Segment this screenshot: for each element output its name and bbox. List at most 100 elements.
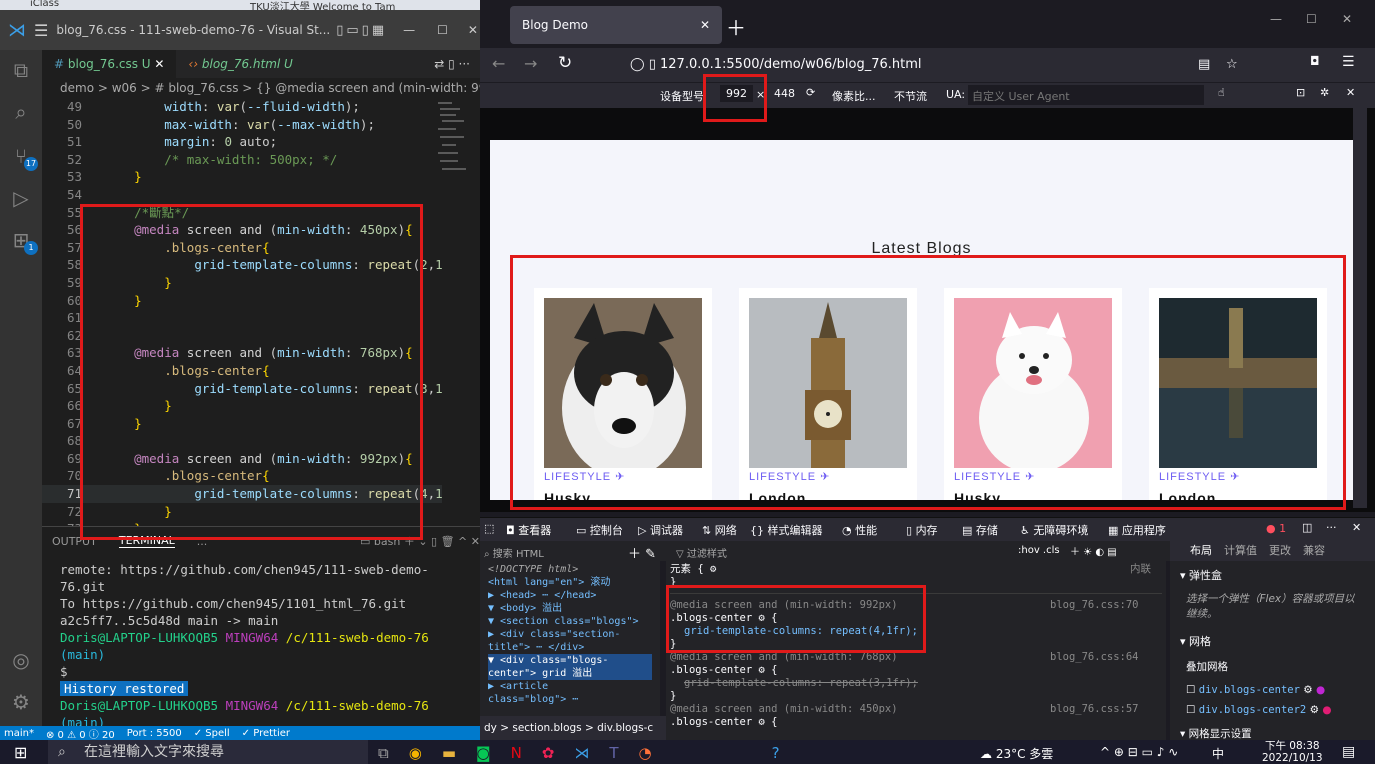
dom-node[interactable]: <html lang="en"> 滚动: [488, 576, 652, 589]
screenshot-icon[interactable]: ⊡: [1296, 86, 1305, 99]
tab-network[interactable]: ⇅ 网络: [702, 522, 737, 538]
code-line[interactable]: 49 width: var(--fluid-width);: [42, 98, 442, 116]
problems-status[interactable]: ⊗ 0 ⚠ 0 ⓘ 20: [46, 726, 115, 741]
notification-icon[interactable]: ▤: [1342, 744, 1355, 760]
bookmark-star-icon[interactable]: ☆: [1226, 52, 1238, 78]
tab-accessibility[interactable]: ♿ 无障碍环境: [1020, 522, 1088, 538]
dom-node[interactable]: ▶ <div class="section-: [488, 628, 652, 641]
search-icon[interactable]: ⌕: [9, 100, 33, 124]
run-debug-icon[interactable]: ▷: [9, 186, 33, 210]
settings-gear-icon[interactable]: ⚙: [9, 690, 33, 714]
explorer-icon[interactable]: ⧉: [9, 58, 33, 82]
tab-console[interactable]: ▭ 控制台: [576, 522, 623, 538]
code-line[interactable]: 53 }: [42, 168, 442, 186]
code-line[interactable]: 51 margin: 0 auto;: [42, 133, 442, 151]
port-status[interactable]: Port : 5500: [127, 728, 182, 739]
account-icon[interactable]: ◎: [9, 648, 33, 672]
dom-node-selected[interactable]: ▼ <div class="blogs-: [488, 654, 652, 667]
ime-indicator[interactable]: 中: [1212, 745, 1224, 762]
taskbar-search[interactable]: ⌕ 在這裡輸入文字來搜尋: [48, 740, 368, 764]
prettier-status[interactable]: ✓ Prettier: [242, 728, 290, 739]
teams-icon[interactable]: T: [609, 744, 618, 762]
weather[interactable]: ☁ 23°C 多雲: [980, 745, 1053, 762]
back-icon[interactable]: ←: [492, 54, 505, 73]
chrome-icon[interactable]: ◉: [409, 744, 422, 762]
pocket-icon[interactable]: ◘: [1310, 54, 1320, 68]
tab-compat[interactable]: 兼容: [1303, 541, 1325, 561]
behind-tab-1[interactable]: iClass: [30, 0, 59, 9]
menu-icon[interactable]: ☰: [1342, 54, 1355, 70]
tab-debugger[interactable]: ▷ 调试器: [638, 522, 683, 538]
touch-icon[interactable]: ☝: [1218, 86, 1225, 99]
tab-storage[interactable]: ▤ 存储: [962, 522, 998, 538]
tab-performance[interactable]: ◔ 性能: [842, 522, 877, 538]
tab-blog-html[interactable]: ‹› blog_76.html U: [176, 50, 304, 78]
more-icon[interactable]: ···: [1326, 521, 1337, 534]
pseudo-class-buttons[interactable]: :hov .cls: [1018, 545, 1060, 556]
behind-tab-2[interactable]: TKU淡江大學 Welcome to Tam: [250, 0, 395, 10]
tab-inspector[interactable]: ◘ 查看器: [506, 522, 551, 538]
dom-node[interactable]: <!DOCTYPE html>: [488, 563, 652, 576]
dom-breadcrumb[interactable]: dy > section.blogs > div.blogs-c: [480, 716, 666, 740]
rule-declaration-overridden[interactable]: grid-template-columns: repeat(3,1fr);: [670, 677, 1162, 690]
extensions-icon[interactable]: ⊞ 1: [9, 228, 38, 255]
grid-section[interactable]: ▾ 网格: [1170, 623, 1375, 653]
code-line[interactable]: 52 /* max-width: 500px; */: [42, 151, 442, 169]
app-icon[interactable]: ✿: [542, 744, 555, 762]
source-control-icon[interactable]: ⑂ 17: [9, 144, 38, 171]
branch-status[interactable]: main*: [4, 728, 34, 739]
tab-application[interactable]: ▦ 应用程序: [1108, 522, 1166, 538]
rotate-icon[interactable]: ⟳: [806, 86, 815, 99]
reader-icon[interactable]: ▤: [1198, 52, 1210, 78]
tab-style-editor[interactable]: {} 样式编辑器: [750, 522, 823, 538]
filter-styles-input[interactable]: ▽ 过滤样式: [676, 545, 727, 560]
reload-icon[interactable]: ↻: [558, 53, 572, 73]
code-line[interactable]: 50 max-width: var(--max-width);: [42, 116, 442, 134]
task-view-icon[interactable]: ⧉: [378, 744, 389, 762]
tab-blog-css[interactable]: # blog_76.css U ✕: [42, 50, 177, 78]
device-label[interactable]: 设备型号: [660, 88, 704, 104]
line-icon[interactable]: ◙: [476, 744, 491, 762]
tab-memory[interactable]: ▯ 内存: [906, 522, 938, 538]
file-explorer-icon[interactable]: ▬: [442, 744, 456, 762]
code-line[interactable]: 54: [42, 186, 442, 204]
tab-changes[interactable]: 更改: [1269, 541, 1291, 561]
clock[interactable]: 下午 08:38 2022/10/13: [1262, 740, 1323, 764]
dom-node[interactable]: ▶ <article: [488, 680, 652, 693]
dock-icon[interactable]: ◫: [1302, 521, 1312, 534]
forward-icon[interactable]: →: [524, 54, 537, 73]
new-tab-icon[interactable]: ＋: [726, 12, 746, 41]
dom-node[interactable]: ▼ <section class="blogs">: [488, 615, 652, 628]
layout-icons[interactable]: ▯▭▯▦: [336, 23, 387, 38]
throttle-select[interactable]: 不节流: [894, 88, 927, 104]
minimize-icon[interactable]: —: [1270, 12, 1282, 26]
rule-element[interactable]: 元素 { ⚙ 内联: [670, 563, 1162, 576]
rule-selector[interactable]: .blogs-center ⚙ {: [670, 716, 1162, 729]
dom-node[interactable]: class="blog"> ⋯: [488, 693, 652, 706]
vscode-taskbar-icon[interactable]: ⋊: [574, 744, 589, 762]
style-tools-icons[interactable]: ＋ ☀ ◐ ▤: [1070, 543, 1117, 558]
system-tray-icons[interactable]: ^ ⊕ ⊟ ▭ ♪ ∿: [1100, 745, 1178, 759]
dpr-select[interactable]: 像素比...: [832, 88, 876, 104]
editor-actions-icon[interactable]: ⇄ ▯ ···: [424, 50, 480, 78]
tab-blog-demo[interactable]: Blog Demo ✕: [510, 6, 722, 44]
breadcrumb[interactable]: demo > w06 > # blog_76.css > {} @media s…: [42, 78, 480, 98]
viewport-height-input[interactable]: 448: [770, 85, 799, 102]
rule-selector[interactable]: .blogs-center ⚙ {: [670, 664, 1162, 677]
flexbox-section[interactable]: ▾ 弹性盒: [1170, 561, 1375, 589]
error-count[interactable]: ● 1: [1266, 522, 1286, 535]
settings-icon[interactable]: ✲: [1320, 86, 1329, 99]
overlay-grid-item[interactable]: ☐ div.blogs-center2 ⚙ ●: [1170, 700, 1375, 720]
netflix-icon[interactable]: N: [511, 744, 522, 762]
shield-icon[interactable]: ◯: [630, 57, 645, 72]
search-html-input[interactable]: ⌕ 搜索 HTML: [484, 545, 544, 560]
overlay-grid-item[interactable]: ☐ div.blogs-center ⚙ ●: [1170, 680, 1375, 700]
tab-layout[interactable]: 布局: [1190, 541, 1212, 561]
minimize-icon[interactable]: —: [403, 23, 415, 37]
firefox-icon[interactable]: ◔: [639, 744, 652, 762]
windows-start-icon[interactable]: ⊞: [14, 743, 27, 762]
picker-icon[interactable]: ⬚: [484, 522, 494, 535]
dom-node[interactable]: title"> ⋯ </div>: [488, 641, 652, 654]
close-window-icon[interactable]: ✕: [1342, 12, 1352, 26]
close-devtools-icon[interactable]: ✕: [1352, 521, 1361, 534]
